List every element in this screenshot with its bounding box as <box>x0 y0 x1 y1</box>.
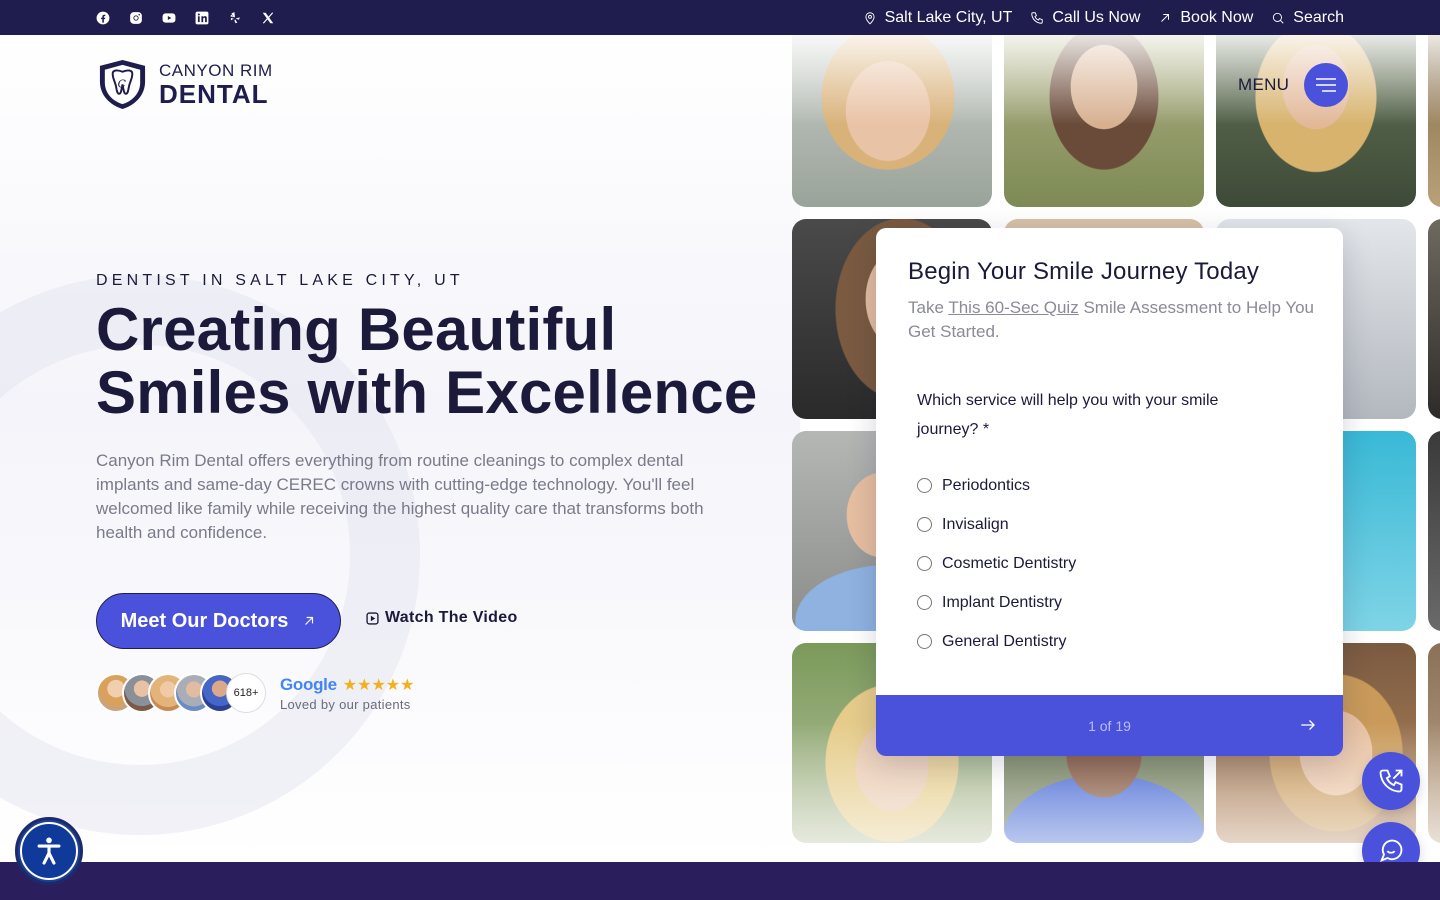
accessibility-button-inner <box>20 822 78 880</box>
search-label: Search <box>1293 8 1344 26</box>
site-logo[interactable]: C CANYON RIM DENTAL <box>96 58 273 111</box>
hero-title-line-1: Creating Beautiful <box>96 296 617 363</box>
quiz-link[interactable]: This 60-Sec Quiz <box>948 298 1078 317</box>
top-utility-bar: Salt Lake City, UT Call Us Now Book Now … <box>0 0 1440 35</box>
quiz-option-label: General Dentistry <box>942 632 1067 650</box>
social-links <box>96 0 275 35</box>
quiz-option-implant-dentistry[interactable]: Implant Dentistry <box>917 583 1076 622</box>
quiz-option-label: Invisalign <box>942 515 1009 533</box>
phone-outgoing-icon <box>1379 769 1403 793</box>
review-summary: 618+ Google ★★★★★ Loved by our patients <box>96 673 414 713</box>
radio-button[interactable] <box>917 595 932 610</box>
search-icon <box>1273 12 1284 24</box>
quiz-option-label: Cosmetic Dentistry <box>942 554 1077 572</box>
hamburger-icon <box>1316 78 1337 92</box>
instagram-icon[interactable] <box>129 11 143 25</box>
radio-button[interactable] <box>917 517 932 532</box>
google-rating: Google ★★★★★ Loved by our patients <box>280 675 414 712</box>
book-now-label: Book Now <box>1180 8 1254 26</box>
radio-button[interactable] <box>917 634 932 649</box>
arrow-up-right-icon <box>305 616 314 625</box>
hero-title-line-2: Smiles with Excellence <box>96 359 758 426</box>
hero-eyebrow: DENTIST IN SALT LAKE CITY, UT <box>96 272 464 289</box>
book-now-link[interactable]: Book Now <box>1158 9 1253 27</box>
next-section-band <box>0 862 1440 900</box>
facebook-icon[interactable] <box>96 11 110 25</box>
location-link[interactable]: Salt Lake City, UT <box>863 8 1013 27</box>
meet-our-doctors-button[interactable]: Meet Our Doctors <box>96 593 341 649</box>
youtube-icon[interactable] <box>162 11 176 25</box>
location-label: Salt Lake City, UT <box>884 8 1013 26</box>
floating-call-button[interactable] <box>1362 752 1420 810</box>
yelp-icon[interactable] <box>228 11 242 25</box>
reviews-caption: Loved by our patients <box>280 696 411 712</box>
utility-links: Salt Lake City, UT Call Us Now Book Now … <box>863 0 1344 35</box>
x-icon[interactable] <box>261 11 275 25</box>
quiz-option-general-dentistry[interactable]: General Dentistry <box>917 622 1076 661</box>
patient-photo <box>1428 219 1440 419</box>
quiz-option-cosmetic-dentistry[interactable]: Cosmetic Dentistry <box>917 544 1076 583</box>
menu-label: MENU <box>1238 75 1290 94</box>
smile-quiz-card: Begin Your Smile Journey Today Take This… <box>876 228 1343 756</box>
quiz-progress-bar: 1 of 19 <box>876 695 1343 756</box>
hero-description: Canyon Rim Dental offers everything from… <box>96 451 704 542</box>
watch-video-link[interactable]: Watch The Video <box>366 609 518 627</box>
call-us-link[interactable]: Call Us Now <box>1030 9 1140 27</box>
radio-button[interactable] <box>917 478 932 493</box>
radio-button[interactable] <box>917 556 932 571</box>
google-rating-row: Google ★★★★★ <box>280 675 414 695</box>
patient-photo <box>1428 431 1440 631</box>
call-us-label: Call Us Now <box>1052 8 1141 26</box>
quiz-option-label: Periodontics <box>942 476 1031 494</box>
tooth-shield-logo-icon: C <box>99 59 146 110</box>
main-menu-toggle[interactable]: MENU <box>1238 63 1349 107</box>
arrow-up-right-icon <box>1161 13 1170 22</box>
star-rating: ★★★★★ <box>342 676 415 694</box>
quiz-option-periodontics[interactable]: Periodontics <box>917 466 1076 505</box>
play-icon <box>366 611 379 625</box>
google-logo: Google <box>280 674 337 694</box>
quiz-options: Periodontics Invisalign Cosmetic Dentist… <box>917 466 1076 661</box>
hamburger-button[interactable] <box>1304 63 1349 107</box>
accessibility-button[interactable] <box>15 817 83 885</box>
hero-title: Creating Beautiful Smiles with Excellenc… <box>96 298 776 424</box>
linkedin-icon[interactable] <box>195 11 209 25</box>
quiz-option-label: Implant Dentistry <box>942 593 1063 611</box>
location-pin-icon <box>865 11 875 24</box>
meet-our-doctors-label: Meet Our Doctors <box>120 609 289 632</box>
quiz-subtitle: Take This 60-Sec Quiz Smile Assessment t… <box>908 296 1318 344</box>
svg-text:C: C <box>118 77 127 90</box>
logo-line-2: DENTAL <box>159 78 269 109</box>
quiz-subtitle-prefix: Take <box>908 298 949 317</box>
search-link[interactable]: Search <box>1271 9 1344 27</box>
quiz-next-button[interactable] <box>1299 716 1317 734</box>
quiz-progress-text: 1 of 19 <box>1088 717 1131 734</box>
quiz-question: Which service will help you with your sm… <box>917 392 1219 438</box>
arrow-right-icon <box>1301 720 1315 730</box>
review-count-badge: 618+ <box>226 673 266 713</box>
chat-bubble-icon <box>1379 839 1403 863</box>
accessibility-icon <box>37 837 61 865</box>
patient-avatars: 618+ <box>96 673 266 713</box>
watch-video-label: Watch The Video <box>385 609 518 626</box>
quiz-option-invisalign[interactable]: Invisalign <box>917 505 1076 544</box>
phone-icon <box>1031 11 1044 24</box>
quiz-title: Begin Your Smile Journey Today <box>908 258 1260 285</box>
logo-line-1: CANYON RIM <box>159 60 273 80</box>
